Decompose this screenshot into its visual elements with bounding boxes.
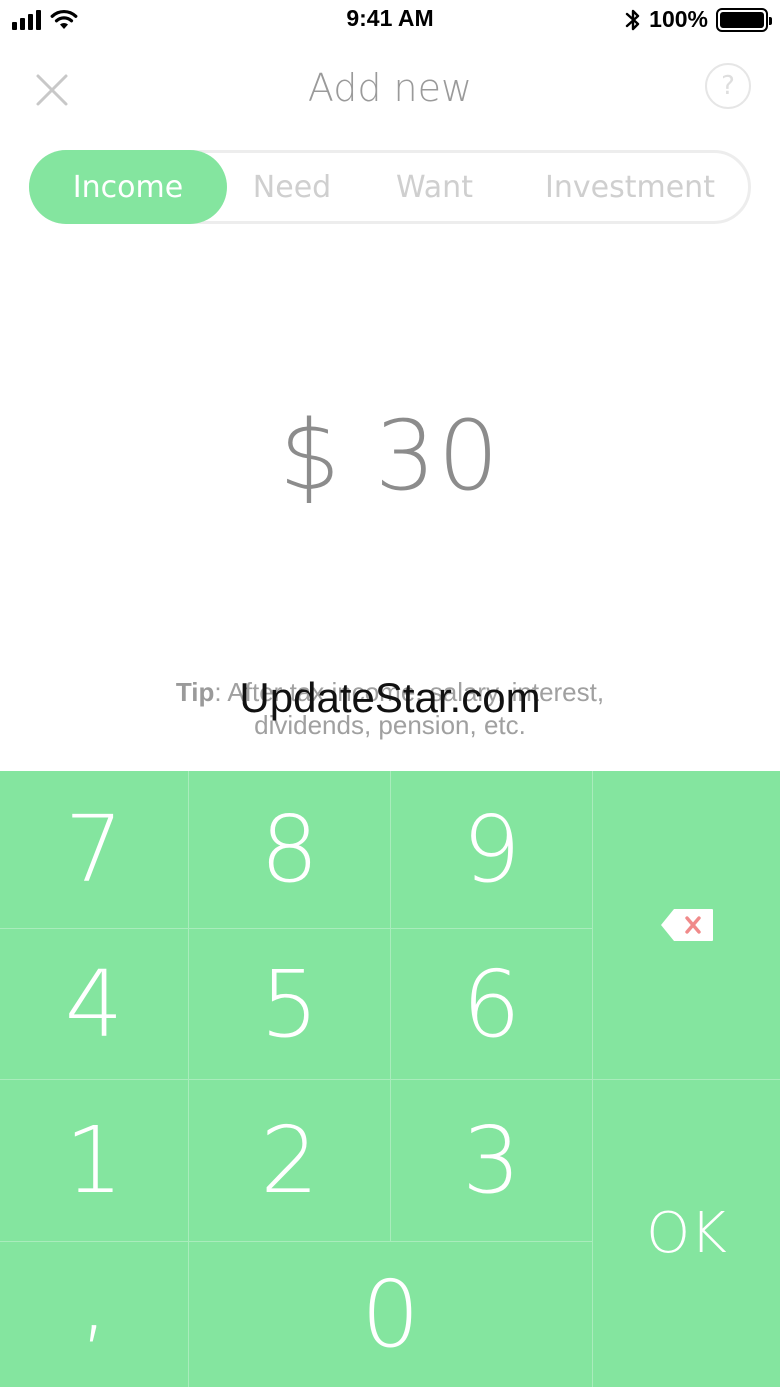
key-1[interactable]: 1 xyxy=(0,1080,188,1241)
watermark: UpdateStar.com xyxy=(239,674,541,721)
key-2[interactable]: 2 xyxy=(189,1080,390,1241)
key-0[interactable]: 0 xyxy=(189,1242,592,1387)
add-new-screen: 9:41 AM 100% Add new ? Income Need Want xyxy=(0,0,780,1387)
battery-fill xyxy=(720,11,764,28)
key-comma[interactable]: , xyxy=(0,1242,188,1387)
key-5[interactable]: 5 xyxy=(189,929,390,1079)
help-icon: ? xyxy=(721,71,735,101)
status-right: 100% xyxy=(625,6,772,33)
segment-need-label: Need xyxy=(252,169,332,205)
key-7[interactable]: 7 xyxy=(0,771,188,928)
key-4[interactable]: 4 xyxy=(0,929,188,1079)
amount-display: $ 30 xyxy=(279,400,501,512)
backspace-key[interactable] xyxy=(593,771,780,1079)
segment-want-label: Want xyxy=(396,169,473,205)
page-title: Add new xyxy=(307,66,473,110)
key-9[interactable]: 9 xyxy=(391,771,592,928)
segment-investment-label: Investment xyxy=(545,169,715,205)
key-3[interactable]: 3 xyxy=(391,1080,592,1241)
help-button[interactable]: ? xyxy=(705,63,751,109)
segment-want[interactable]: Want xyxy=(357,150,512,224)
segment-income-label: Income xyxy=(72,169,184,205)
number-keypad: 7 8 9 4 5 6 1 2 3 OK , 0 xyxy=(0,771,780,1387)
battery-percentage: 100% xyxy=(649,6,708,32)
backspace-icon xyxy=(660,909,713,941)
bluetooth-icon xyxy=(625,9,640,30)
segment-income[interactable]: Income xyxy=(29,150,227,224)
battery-icon xyxy=(716,7,772,32)
key-6[interactable]: 6 xyxy=(391,929,592,1079)
key-8[interactable]: 8 xyxy=(189,771,390,928)
category-segmented-control: Income Need Want Investment xyxy=(29,150,751,224)
segment-investment[interactable]: Investment xyxy=(512,150,748,224)
status-bar: 9:41 AM 100% xyxy=(0,0,780,42)
segment-need[interactable]: Need xyxy=(227,150,357,224)
ok-button[interactable]: OK xyxy=(593,1080,780,1387)
